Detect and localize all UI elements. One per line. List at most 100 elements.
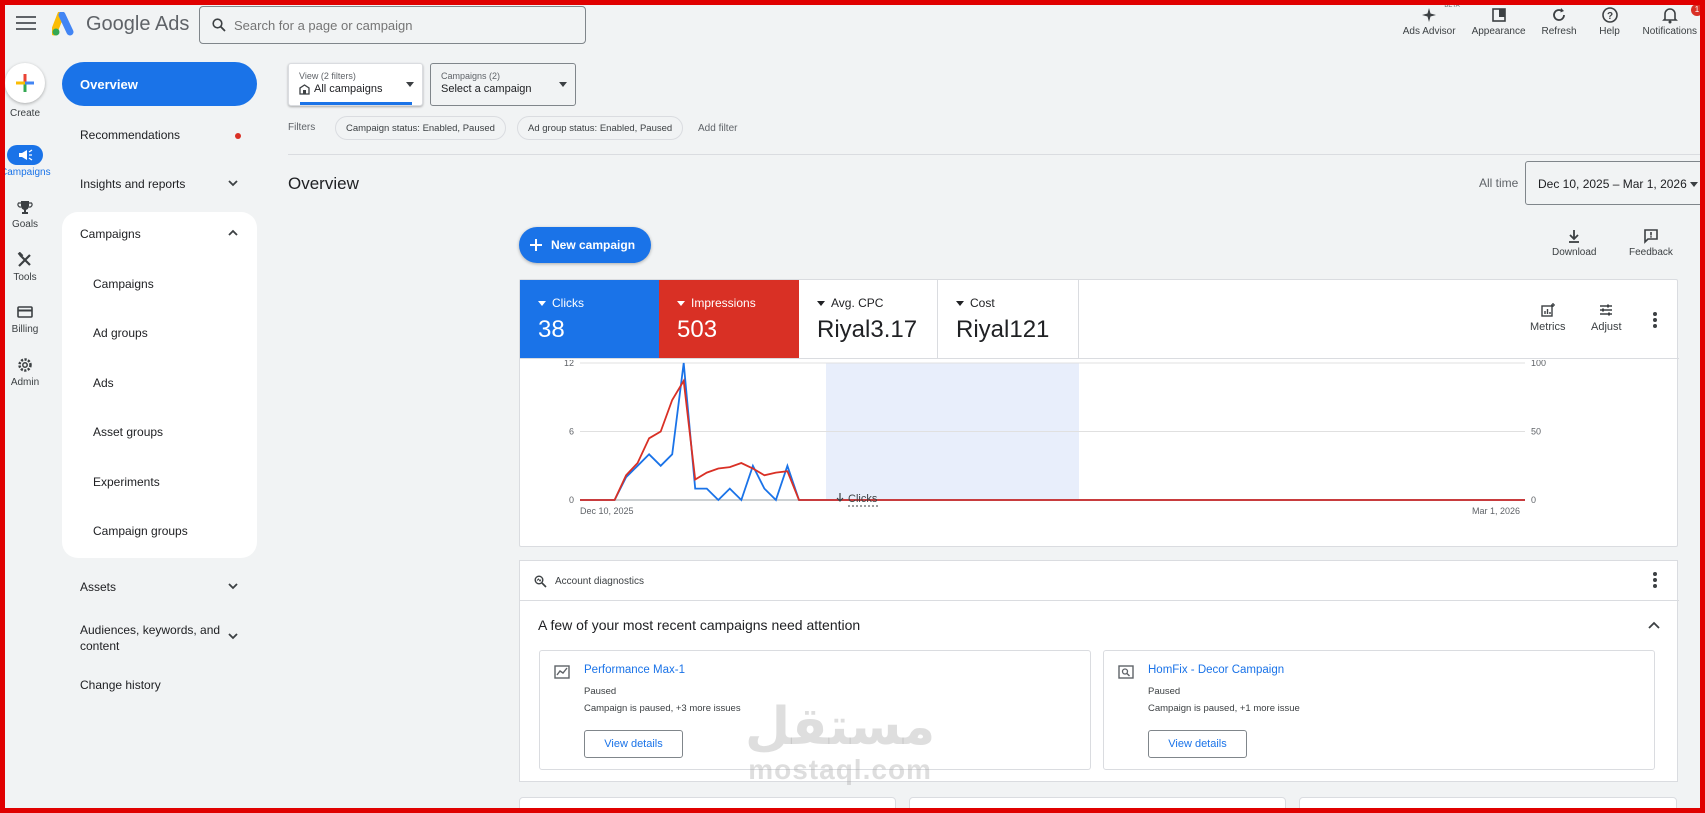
more-options-icon[interactable] bbox=[1653, 312, 1657, 330]
performance-chart-card: Clicks 38 Impressions 503 Avg. CPC Riyal… bbox=[519, 279, 1679, 547]
appearance-button[interactable]: Appearance bbox=[1464, 6, 1534, 37]
view-details-button[interactable]: View details bbox=[1148, 730, 1247, 758]
campaign-status: Paused bbox=[584, 686, 617, 697]
chevron-up-icon[interactable] bbox=[1647, 618, 1661, 632]
adjust-icon bbox=[1600, 304, 1613, 316]
date-range-value: Dec 10, 2025 – Mar 1, 2026 bbox=[1538, 177, 1687, 191]
download-icon bbox=[1569, 230, 1580, 243]
filter-chip-campaign-status[interactable]: Campaign status: Enabled, Paused bbox=[335, 116, 506, 140]
nav-sub-ad-groups[interactable]: Ad groups bbox=[93, 326, 148, 340]
menu-icon[interactable] bbox=[16, 14, 36, 32]
help-button[interactable]: ? Help bbox=[1585, 6, 1635, 37]
feedback-icon bbox=[1644, 229, 1658, 244]
google-ads-logo[interactable]: Google Ads bbox=[52, 12, 189, 36]
performance-max-icon bbox=[554, 665, 570, 679]
filter-chip-ad-group-status[interactable]: Ad group status: Enabled, Paused bbox=[517, 116, 684, 140]
metric-tile-cost[interactable]: Cost Riyal121 bbox=[938, 280, 1079, 358]
refresh-button[interactable]: Refresh bbox=[1534, 6, 1585, 37]
download-label: Download bbox=[1552, 247, 1597, 258]
nav-item-change-history[interactable]: Change history bbox=[62, 678, 257, 692]
dropdown-arrow-icon bbox=[559, 82, 567, 87]
nav-item-recommendations[interactable]: Recommendations bbox=[62, 128, 257, 142]
nav-item-label: Campaigns bbox=[80, 227, 141, 241]
alert-dot bbox=[235, 133, 241, 139]
rail-item-admin[interactable]: Admin bbox=[0, 355, 50, 388]
diagnostics-title: A few of your most recent campaigns need… bbox=[538, 617, 861, 633]
nav-item-label: Recommendations bbox=[80, 128, 181, 142]
search-box[interactable] bbox=[199, 6, 586, 44]
campaign-issue-description: Campaign is paused, +1 more issue bbox=[1148, 703, 1300, 714]
megaphone-icon bbox=[19, 149, 33, 161]
search-input[interactable] bbox=[234, 17, 564, 33]
metric-tile-clicks[interactable]: Clicks 38 bbox=[520, 280, 659, 358]
rail-item-label: Tools bbox=[13, 272, 37, 283]
notifications-button[interactable]: 1 Notifications bbox=[1635, 4, 1705, 37]
download-button[interactable]: Download bbox=[1552, 228, 1596, 258]
brand-ads: Ads bbox=[154, 12, 190, 35]
metric-tile-avg-cpc[interactable]: Avg. CPC Riyal3.17 bbox=[799, 280, 938, 358]
search-campaign-icon bbox=[1118, 665, 1134, 679]
rail-item-campaigns[interactable]: Campaigns bbox=[0, 145, 51, 178]
plus-icon bbox=[16, 74, 34, 92]
campaign-select-dropdown[interactable]: Campaigns (2) Select a campaign bbox=[430, 63, 576, 106]
y-left-tick-label: 12 bbox=[564, 360, 574, 368]
bottom-card bbox=[519, 797, 896, 813]
new-campaign-button[interactable]: New campaign bbox=[519, 227, 651, 263]
rail-item-goals[interactable]: Goals bbox=[0, 197, 50, 230]
metrics-button[interactable]: Metrics bbox=[1530, 302, 1565, 333]
metric-tile-impressions[interactable]: Impressions 503 bbox=[659, 280, 799, 358]
dropdown-arrow-icon bbox=[406, 82, 414, 87]
feedback-button[interactable]: Feedback bbox=[1629, 228, 1673, 258]
nav-sub-ads[interactable]: Ads bbox=[93, 376, 114, 390]
create-button[interactable] bbox=[5, 63, 45, 103]
ads-advisor-button[interactable]: BETA Ads Advisor bbox=[1395, 3, 1464, 37]
campaign-link[interactable]: HomFix - Decor Campaign bbox=[1148, 664, 1284, 676]
metric-label: Cost bbox=[970, 296, 995, 310]
hover-series-label: Clicks bbox=[848, 493, 878, 505]
metric-label: Impressions bbox=[691, 296, 756, 310]
nav-item-insights[interactable]: Insights and reports bbox=[62, 177, 257, 191]
divider bbox=[520, 358, 1679, 359]
metric-value: Riyal121 bbox=[956, 316, 1050, 343]
more-options-icon[interactable] bbox=[1653, 572, 1657, 590]
add-filter-button[interactable]: Add filter bbox=[698, 123, 737, 134]
appearance-icon bbox=[1491, 8, 1506, 22]
y-right-tick-label: 100 bbox=[1531, 360, 1546, 368]
y-left-tick-label: 0 bbox=[569, 495, 574, 505]
nav-item-assets[interactable]: Assets bbox=[62, 580, 257, 594]
divider bbox=[520, 600, 1679, 601]
dropdown-arrow-icon bbox=[677, 300, 685, 306]
date-range-picker[interactable]: Dec 10, 2025 – Mar 1, 2026 bbox=[1525, 161, 1705, 205]
rail-item-billing[interactable]: Billing bbox=[0, 302, 50, 335]
adjust-button[interactable]: Adjust bbox=[1591, 302, 1622, 333]
diagnostics-search-icon bbox=[534, 575, 547, 588]
nav-sub-campaign-groups[interactable]: Campaign groups bbox=[93, 524, 188, 538]
chart-add-icon bbox=[1541, 303, 1555, 317]
y-right-tick-label: 50 bbox=[1531, 427, 1541, 437]
rail-item-tools[interactable]: Tools bbox=[0, 250, 50, 283]
y-left-tick-label: 6 bbox=[569, 427, 574, 437]
nav-item-label: Assets bbox=[80, 580, 117, 594]
nav-item-campaigns-group[interactable]: Campaigns bbox=[62, 227, 257, 241]
campaign-link[interactable]: Performance Max-1 bbox=[584, 664, 685, 676]
notification-count-badge: 1 bbox=[1691, 4, 1703, 16]
building-icon bbox=[299, 83, 310, 95]
nav-sub-asset-groups[interactable]: Asset groups bbox=[93, 425, 163, 439]
beta-badge: BETA bbox=[1444, 3, 1460, 9]
nav-sub-experiments[interactable]: Experiments bbox=[93, 475, 160, 489]
mostaql-watermark: مستقل mostaql.com bbox=[745, 700, 935, 786]
nav-sub-campaigns[interactable]: Campaigns bbox=[93, 277, 154, 291]
nav-item-audiences[interactable]: Audiences, keywords, and content bbox=[62, 622, 257, 654]
nav-item-overview[interactable]: Overview bbox=[62, 62, 257, 106]
appearance-label: Appearance bbox=[1471, 26, 1526, 37]
campaign-status: Paused bbox=[1148, 686, 1181, 697]
line-chart: 12 6 0 100 50 0 Dec 10, 2025 Mar 1, 2026 Clicks bbox=[564, 360, 1546, 516]
metric-label: Clicks bbox=[552, 296, 584, 310]
x-start-tick-label: Dec 10, 2025 bbox=[580, 506, 634, 516]
date-range-label: All time bbox=[1479, 176, 1519, 190]
view-filter-dropdown[interactable]: View (2 filters) All campaigns bbox=[288, 63, 423, 106]
active-underline bbox=[300, 102, 412, 105]
x-end-tick-label: Mar 1, 2026 bbox=[1472, 506, 1520, 516]
google-ads-logo-icon bbox=[52, 12, 74, 36]
view-details-button[interactable]: View details bbox=[584, 730, 683, 758]
